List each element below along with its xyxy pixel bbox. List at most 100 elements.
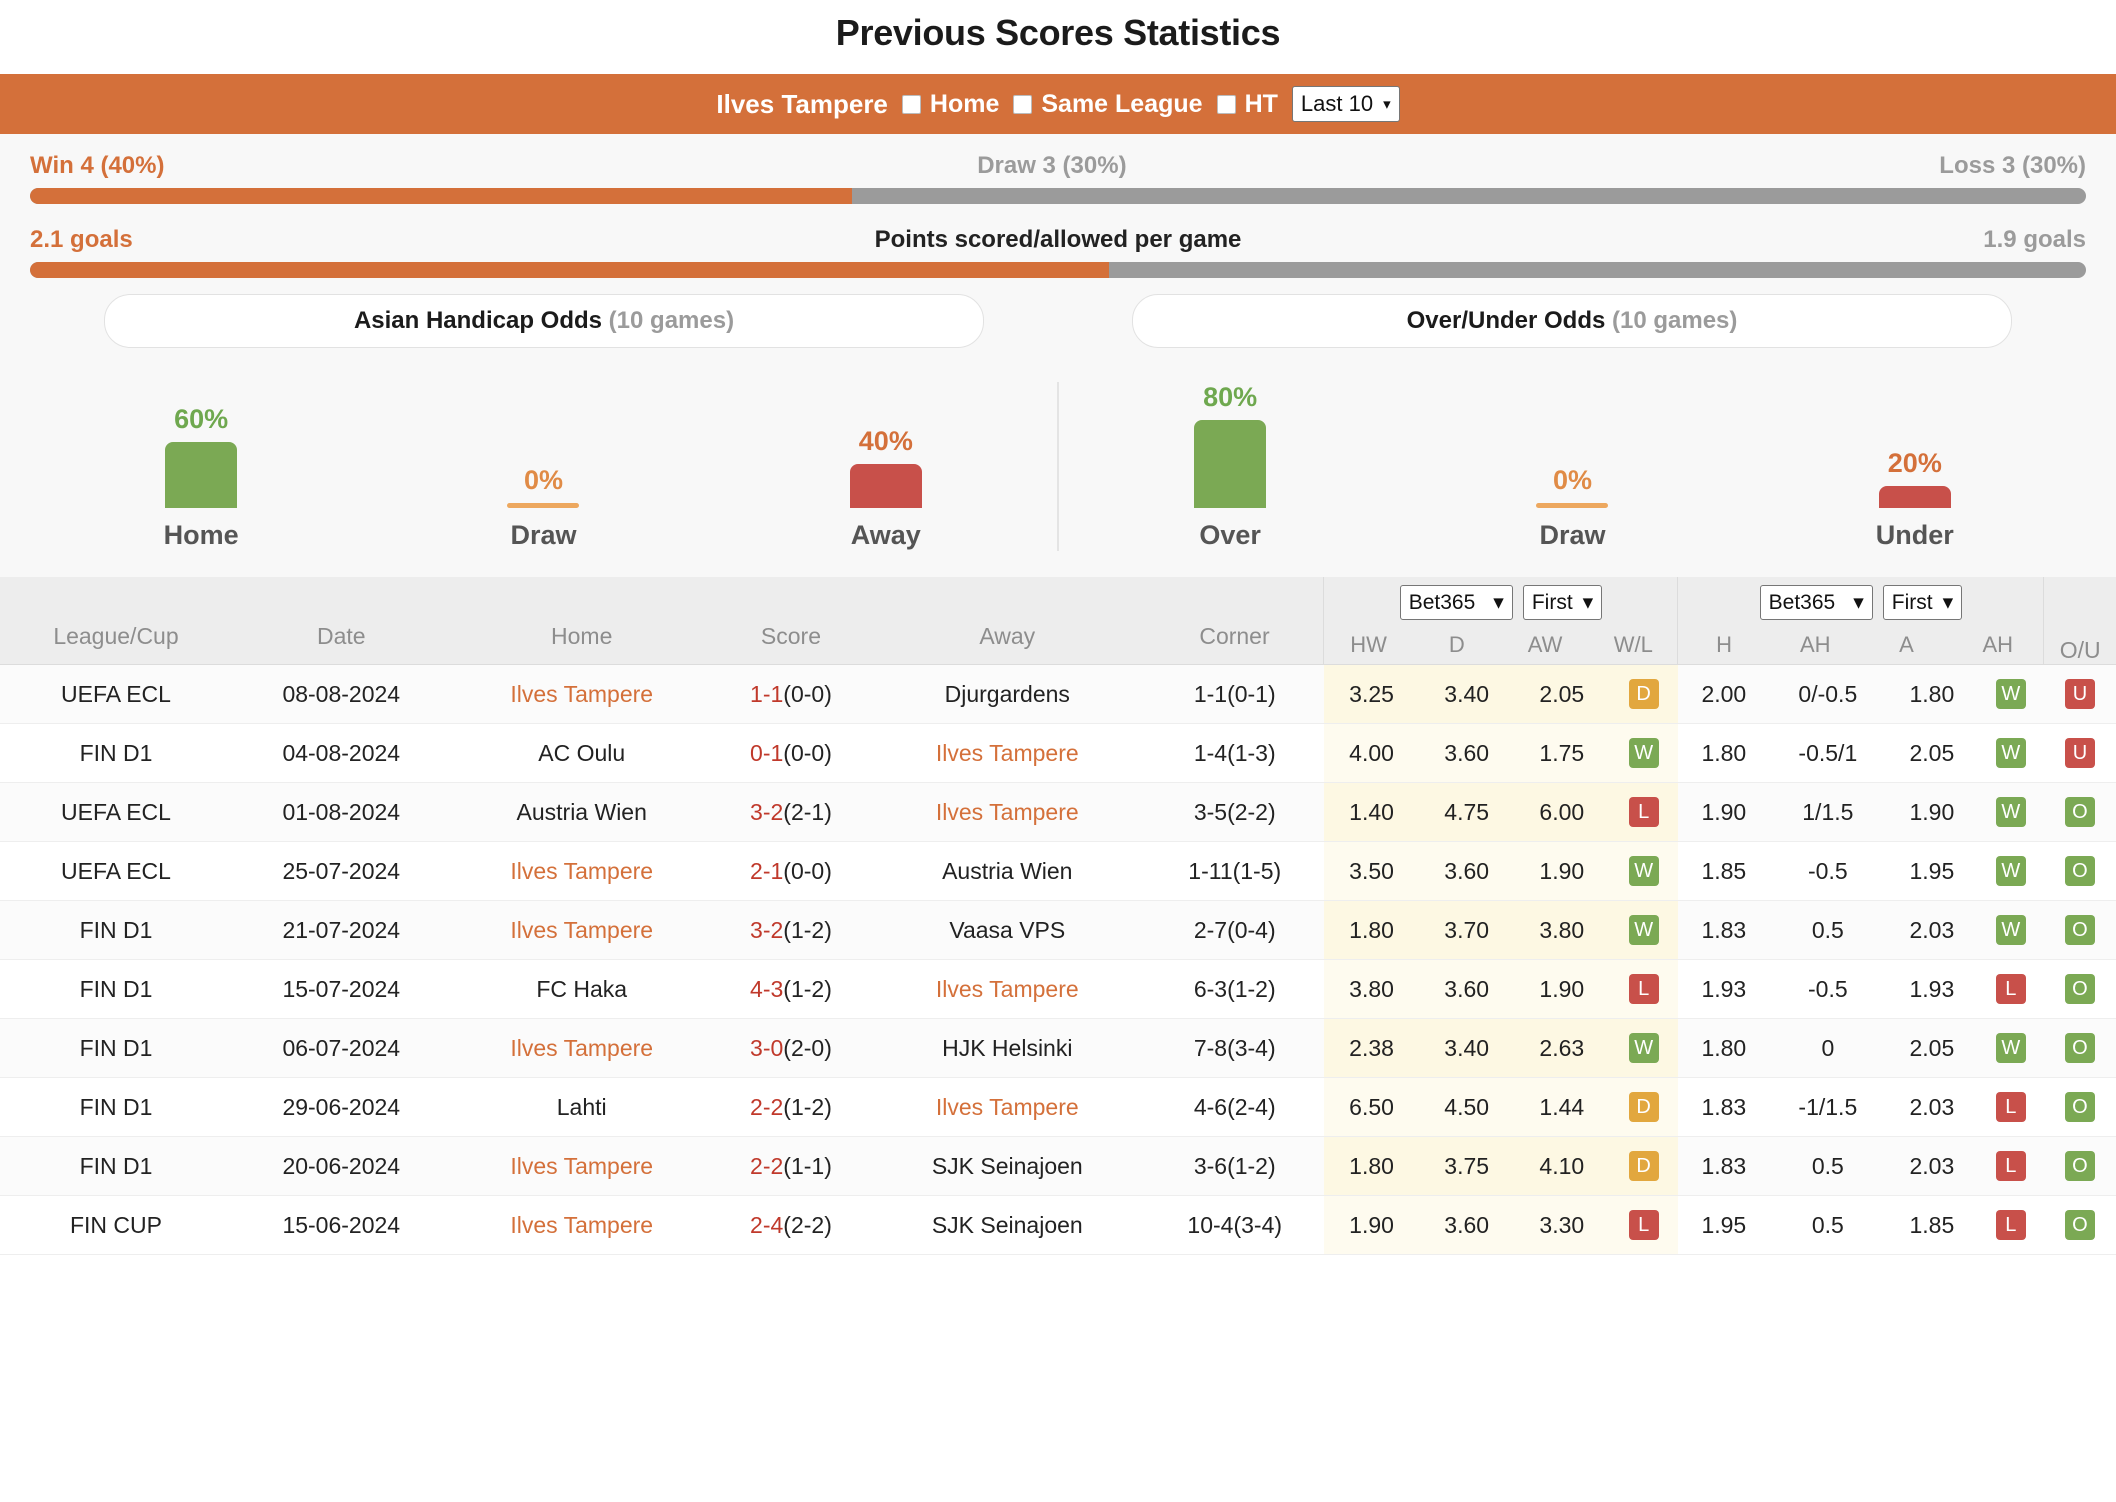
table-head: League/Cup Date Home Score Away Corner B… (0, 577, 2116, 665)
period-select-2[interactable]: First ▾ (1882, 585, 1963, 620)
range-select[interactable]: Last 10 ▾ (1291, 86, 1400, 122)
cell-hw: 3.25 (1323, 664, 1420, 724)
col-score[interactable]: Score (712, 577, 870, 665)
handicap-badge: L (1995, 1092, 2026, 1122)
bar-rect (165, 442, 238, 508)
cell-away: Djurgardens (944, 680, 1070, 707)
table-body: UEFA ECL 08-08-2024 Ilves Tampere 1-1(0-0) D… (0, 664, 2116, 1255)
cell-ah1: -0.5/1 (1798, 739, 1858, 766)
bookmaker-select-2[interactable]: Bet365 ▾ (1759, 585, 1873, 620)
cell-home: AC Oulu (538, 739, 626, 766)
cell-home: Ilves Tampere (510, 1152, 654, 1179)
table-row[interactable]: FIN CUP 15-06-2024 Ilves Tampere 2-4(2-2) SJ… (0, 1195, 2116, 1255)
period-select-1[interactable]: First ▾ (1522, 585, 1603, 620)
col-away[interactable]: Away (869, 577, 1146, 665)
cell-wl: W (1609, 841, 1678, 901)
over-under-badge: O (2064, 974, 2095, 1004)
cell-corner: 1-4(1-3) (1193, 739, 1276, 766)
tab-over-under-title: Over/Under Odds (1406, 307, 1606, 334)
over-under-chart: 80% Over 0% Draw 20% Under (1057, 382, 2086, 551)
bar-value-label: 0% (523, 465, 563, 495)
cell-date: 04-08-2024 (282, 739, 401, 766)
cell-hw: 3.50 (1323, 841, 1420, 901)
checkbox-same-league-icon[interactable] (1013, 94, 1033, 114)
cell-wl: D (1609, 1136, 1678, 1196)
cell-h: 1.95 (1701, 1211, 1747, 1238)
cell-h: 1.83 (1701, 1152, 1747, 1179)
col-corner[interactable]: Corner (1145, 577, 1324, 665)
filter-home[interactable]: Home (901, 90, 999, 119)
cell-corner: 3-5(2-2) (1193, 798, 1276, 825)
over-under-badge: O (2064, 1033, 2095, 1063)
odds-bar-charts: 60% Home 0% Draw 40% Away 80% Over 0% Draw 20% Und… (30, 348, 2086, 569)
cell-away: Ilves Tampere (935, 975, 1079, 1002)
table-row[interactable]: UEFA ECL 01-08-2024 Austria Wien 3-2(2-1) Il… (0, 782, 2116, 842)
cell-hw: 1.80 (1323, 1136, 1420, 1196)
cell-score: 2-1(0-0) (750, 857, 832, 884)
bar-category-label: Over (1199, 520, 1261, 550)
team-name: Ilves Tampere (716, 88, 888, 119)
bar-rect (1194, 420, 1267, 508)
previous-scores-table: League/Cup Date Home Score Away Corner B… (0, 577, 2116, 1255)
table-row[interactable]: FIN D1 29-06-2024 Lahti 2-2(1-2) Ilves Tampe… (0, 1077, 2116, 1137)
table-row[interactable]: FIN D1 20-06-2024 Ilves Tampere 2-2(1-1) SJK… (0, 1136, 2116, 1196)
cell-ah1: -0.5 (1808, 975, 1848, 1002)
cell-d: 3.60 (1419, 723, 1515, 783)
tab-over-under[interactable]: Over/Under Odds (10 games) (1132, 294, 2012, 348)
subcol-wl: W/L (1613, 632, 1653, 657)
over-under-badge: O (2064, 1210, 2095, 1240)
cell-ah1: -0.5 (1808, 857, 1848, 884)
cell-ou: O (2044, 1137, 2116, 1196)
cell-league: FIN CUP (69, 1211, 162, 1238)
table-row[interactable]: FIN D1 21-07-2024 Ilves Tampere 3-2(1-2) Vaa… (0, 900, 2116, 960)
checkbox-ht-icon[interactable] (1216, 94, 1236, 114)
col-league[interactable]: League/Cup (0, 577, 232, 665)
page-title: Previous Scores Statistics (835, 12, 1281, 53)
cell-a: 2.03 (1909, 1093, 1955, 1120)
handicap-badge: W (1995, 738, 2026, 768)
cell-d: 4.75 (1419, 782, 1515, 842)
cell-league: FIN D1 (79, 739, 153, 766)
result-badge: D (1628, 1092, 1659, 1122)
bar-column-draw: 0% Draw (1457, 465, 1687, 551)
cell-h: 1.83 (1701, 916, 1747, 943)
bar-category-label: Draw (1539, 520, 1606, 550)
result-badge: W (1628, 915, 1659, 945)
bar-column-under: 20% Under (1800, 448, 2030, 551)
col-date[interactable]: Date (231, 577, 451, 665)
cell-hw: 1.40 (1323, 782, 1420, 842)
handicap-badge: W (1995, 856, 2026, 886)
bookmaker-select-1[interactable]: Bet365 ▾ (1399, 585, 1513, 620)
bar-category-label: Home (163, 520, 239, 550)
table-row[interactable]: FIN D1 15-07-2024 FC Haka 4-3(1-2) Ilves Tam… (0, 959, 2116, 1019)
cell-a: 1.85 (1909, 1211, 1955, 1238)
cell-ah1: 0.5 (1811, 1211, 1844, 1238)
over-under-badge: U (2064, 738, 2095, 768)
period-select-2-value: First (1891, 590, 1933, 614)
cell-h: 1.93 (1701, 975, 1747, 1002)
cell-aw: 1.90 (1514, 959, 1610, 1019)
subcol-aw: AW (1527, 632, 1563, 657)
cell-corner: 6-3(1-2) (1193, 975, 1276, 1002)
table-row[interactable]: UEFA ECL 25-07-2024 Ilves Tampere 2-1(0-0) A… (0, 841, 2116, 901)
filter-ht[interactable]: HT (1216, 90, 1278, 119)
cell-ah2: W (1978, 665, 2044, 724)
filter-same-league[interactable]: Same League (1013, 90, 1203, 119)
checkbox-home-icon[interactable] (901, 94, 921, 114)
result-badge: W (1628, 738, 1659, 768)
tab-asian-handicap[interactable]: Asian Handicap Odds (10 games) (104, 294, 984, 348)
table-row[interactable]: FIN D1 06-07-2024 Ilves Tampere 3-0(2-0) HJK… (0, 1018, 2116, 1078)
cell-corner: 3-6(1-2) (1193, 1152, 1276, 1179)
cell-ou: O (2044, 1078, 2116, 1137)
table-row[interactable]: UEFA ECL 08-08-2024 Ilves Tampere 1-1(0-0) D… (0, 664, 2116, 724)
cell-aw: 1.90 (1514, 841, 1610, 901)
table-row[interactable]: FIN D1 04-08-2024 AC Oulu 0-1(0-0) Ilves Tam… (0, 723, 2116, 783)
cell-date: 21-07-2024 (282, 916, 401, 943)
cell-hw: 6.50 (1323, 1077, 1420, 1137)
cell-aw: 1.75 (1514, 723, 1610, 783)
col-ou[interactable]: O/U (2043, 577, 2116, 665)
cell-home: Ilves Tampere (510, 680, 654, 707)
cell-away: Vaasa VPS (949, 916, 1066, 943)
col-home[interactable]: Home (450, 577, 713, 665)
cell-home: FC Haka (536, 975, 628, 1002)
